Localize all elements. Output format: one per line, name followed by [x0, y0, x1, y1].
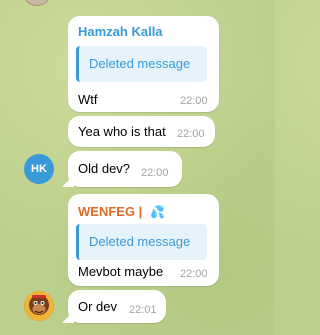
message-text: Wtf: [78, 92, 98, 107]
water-drops-emoji-icon: 💦: [149, 205, 165, 219]
quote-text: Deleted message: [89, 234, 191, 249]
user-avatar-partial[interactable]: [24, 0, 50, 6]
message-time: 22:00: [180, 268, 208, 280]
avatar-initials: HK: [31, 163, 47, 175]
message-text: Old dev?: [78, 161, 131, 176]
message-time: 22:01: [129, 304, 157, 316]
sender-name[interactable]: Hamzah Kalla: [78, 24, 163, 40]
message-text: Or dev: [78, 299, 118, 314]
message-bubble[interactable]: Old dev? 22:00: [68, 151, 182, 187]
message-bubble[interactable]: Yea who is that 22:00: [68, 116, 215, 147]
message-bubble[interactable]: Or dev 22:01: [68, 290, 166, 323]
message-time: 22:00: [141, 167, 169, 179]
reply-quote[interactable]: Deleted message: [76, 224, 207, 260]
message-text: Yea who is that: [78, 124, 166, 139]
message-text: Mevbot maybe: [78, 264, 164, 279]
message-bubble[interactable]: WENFEG | 💦 Deleted message Mevbot maybe …: [68, 194, 219, 286]
sender-name: WENFEG |: [78, 204, 143, 219]
user-avatar[interactable]: [24, 291, 54, 321]
message-bubble[interactable]: Hamzah Kalla Deleted message Wtf 22:00: [68, 16, 219, 112]
quote-text: Deleted message: [89, 56, 191, 71]
chat-area: Hamzah Kalla Deleted message Wtf 22:00 Y…: [0, 0, 275, 335]
message-time: 22:00: [180, 95, 208, 107]
gorilla-avatar-icon: [24, 291, 54, 321]
message-time: 22:00: [177, 128, 205, 140]
user-avatar[interactable]: HK: [24, 154, 54, 184]
sender-line[interactable]: WENFEG | 💦: [78, 204, 165, 220]
reply-quote[interactable]: Deleted message: [76, 46, 207, 82]
